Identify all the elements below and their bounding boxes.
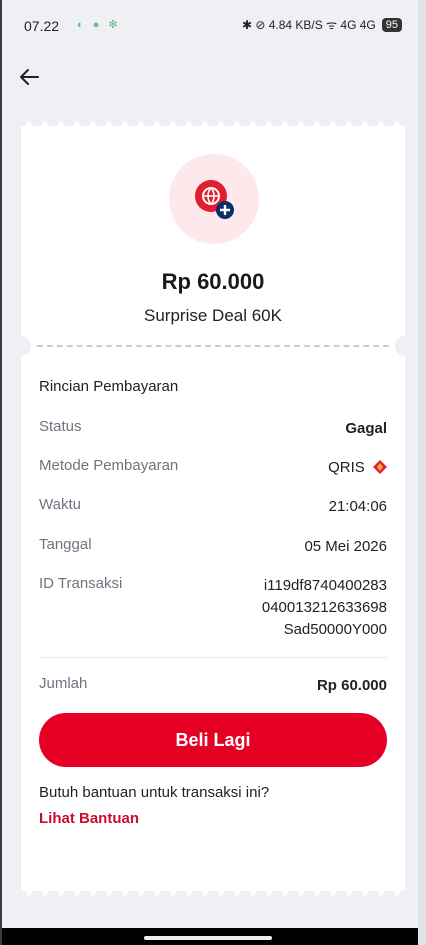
date-value: 05 Mei 2026 [304,538,387,555]
product-name: Surprise Deal 60K [144,306,282,325]
side-strip [418,0,426,945]
status-label: Status [39,418,82,435]
row-transaction-id: ID Transaksi i119df8740400283 0400132126… [39,575,387,641]
arrow-left-icon [20,69,39,85]
date-label: Tanggal [39,536,92,553]
connectivity-icons: ✱ ⊘ 4.84 KB/S ᯤ 4G 4G [241,18,376,32]
notch-right [395,336,415,356]
row-payment-method: Metode Pembayaran QRIS [39,457,387,479]
receipt-card: Rp 60.000 Surprise Deal 60K Rincian Pemb… [11,120,415,897]
payment-method-label: Metode Pembayaran [39,457,179,474]
notch-left [11,336,31,356]
status-value: Gagal [345,420,387,437]
row-total: Jumlah Rp 60.000 [39,675,387,697]
total-value: Rp 60.000 [316,677,387,694]
transaction-id-label: ID Transaksi [39,575,123,592]
qris-icon [373,460,387,474]
product-icon-circle [169,154,259,244]
status-time: 07.22 [24,18,60,34]
total-label: Jumlah [39,675,88,692]
total-divider [39,657,387,658]
help-text: Butuh bantuan untuk transaksi ini? [39,784,270,801]
buy-again-button[interactable]: Beli Lagi [39,713,387,767]
product-amount: Rp 60.000 [161,269,265,294]
row-status: Status Gagal [39,418,387,440]
phone-screen: 07.22 ◐ ● ✻ ✱ ⊘ 4.84 KB/S ᯤ 4G 4G 95 Rp … [2,0,418,945]
home-gesture-pill[interactable] [144,936,272,940]
time-label: Waktu [39,496,81,513]
receipt-bottom-edge [21,885,405,897]
status-bar: 07.22 ◐ ● ✻ ✱ ⊘ 4.84 KB/S ᯤ 4G 4G 95 [2,0,418,50]
back-button[interactable] [14,62,44,92]
row-time: Waktu 21:04:06 [39,496,387,518]
help-link[interactable]: Lihat Bantuan [39,810,139,827]
notification-icons: ◐ ● ✻ [77,19,121,31]
battery-icon: 95 [381,17,402,32]
receipt-top-edge [21,120,405,132]
transaction-id-value: i119df8740400283 040013212633698 Sad5000… [261,577,387,638]
payment-method-value: QRIS [328,457,387,479]
status-right: ✱ ⊘ 4.84 KB/S ᯤ 4G 4G 95 [242,16,402,33]
globe-plus-icon [195,180,234,219]
row-date: Tanggal 05 Mei 2026 [39,536,387,558]
dashed-separator [37,345,389,347]
payment-method-text: QRIS [328,459,365,476]
time-value: 21:04:06 [328,498,387,515]
details-title: Rincian Pembayaran [39,378,179,395]
